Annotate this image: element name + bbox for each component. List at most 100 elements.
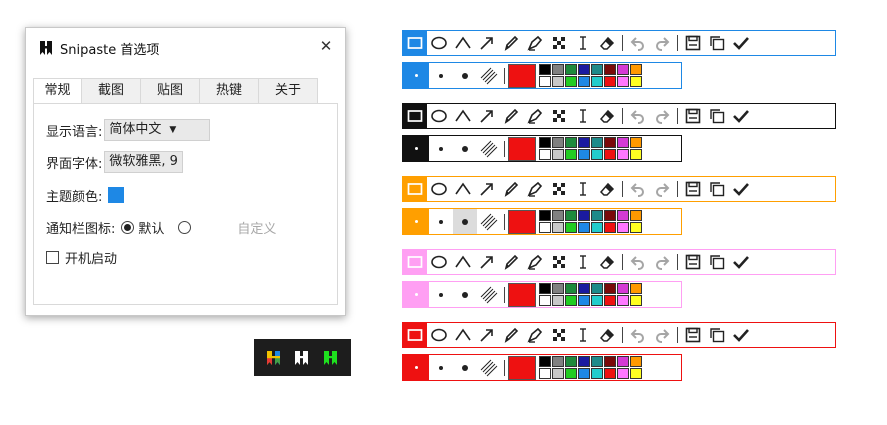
current-color-swatch[interactable] <box>508 282 536 307</box>
rectangle-tool-button[interactable] <box>403 250 427 274</box>
palette-color[interactable] <box>630 222 642 233</box>
rectangle-tool-button[interactable] <box>403 177 427 201</box>
marker-tool-button[interactable] <box>523 250 547 274</box>
undo-tool-button[interactable] <box>626 250 650 274</box>
palette-color[interactable] <box>617 64 629 75</box>
palette-color[interactable] <box>604 222 616 233</box>
palette-color[interactable] <box>591 368 603 379</box>
palette-color[interactable] <box>604 64 616 75</box>
theme-color-swatch[interactable] <box>108 187 125 203</box>
arrow-tool-button[interactable] <box>475 104 499 128</box>
mosaic-tool-button[interactable] <box>547 250 571 274</box>
eraser-tool-button[interactable] <box>595 104 619 128</box>
palette-color[interactable] <box>604 283 616 294</box>
marker-tool-button[interactable] <box>523 104 547 128</box>
marker-tool-button[interactable] <box>523 177 547 201</box>
palette-color[interactable] <box>539 222 551 233</box>
palette-color[interactable] <box>591 137 603 148</box>
palette-color[interactable] <box>591 149 603 160</box>
palette-color[interactable] <box>552 76 564 87</box>
current-color-swatch[interactable] <box>508 209 536 234</box>
palette-color[interactable] <box>552 283 564 294</box>
mosaic-tool-button[interactable] <box>547 323 571 347</box>
palette-color[interactable] <box>630 149 642 160</box>
pencil-tool-button[interactable] <box>499 177 523 201</box>
large-size-button[interactable] <box>453 282 477 307</box>
palette-color[interactable] <box>617 368 629 379</box>
hatch-fill-button[interactable] <box>477 63 501 88</box>
palette-color[interactable] <box>565 283 577 294</box>
palette-color[interactable] <box>604 356 616 367</box>
palette-color[interactable] <box>578 137 590 148</box>
eraser-tool-button[interactable] <box>595 31 619 55</box>
language-select[interactable]: 简体中文 ▼ <box>104 119 211 141</box>
eraser-tool-button[interactable] <box>595 177 619 201</box>
save-tool-button[interactable] <box>681 177 705 201</box>
redo-tool-button[interactable] <box>650 104 674 128</box>
medium-size-button[interactable] <box>429 136 453 161</box>
palette-color[interactable] <box>552 210 564 221</box>
arrow-tool-button[interactable] <box>475 177 499 201</box>
copy-tool-button[interactable] <box>705 104 729 128</box>
palette-color[interactable] <box>604 137 616 148</box>
palette-color[interactable] <box>565 149 577 160</box>
marker-tool-button[interactable] <box>523 31 547 55</box>
palette-color[interactable] <box>591 283 603 294</box>
current-color-swatch[interactable] <box>508 136 536 161</box>
palette-color[interactable] <box>539 210 551 221</box>
palette-color[interactable] <box>539 283 551 294</box>
small-size-button[interactable] <box>403 355 429 380</box>
palette-color[interactable] <box>630 368 642 379</box>
palette-color[interactable] <box>565 368 577 379</box>
palette-color[interactable] <box>604 368 616 379</box>
palette-color[interactable] <box>630 137 642 148</box>
current-color-swatch[interactable] <box>508 63 536 88</box>
medium-size-button[interactable] <box>429 282 453 307</box>
redo-tool-button[interactable] <box>650 323 674 347</box>
undo-tool-button[interactable] <box>626 31 650 55</box>
palette-color[interactable] <box>552 295 564 306</box>
palette-color[interactable] <box>630 210 642 221</box>
palette-color[interactable] <box>617 149 629 160</box>
palette-color[interactable] <box>604 210 616 221</box>
palette-color[interactable] <box>552 64 564 75</box>
medium-size-button[interactable] <box>429 209 453 234</box>
redo-tool-button[interactable] <box>650 31 674 55</box>
palette-color[interactable] <box>552 368 564 379</box>
ellipse-tool-button[interactable] <box>427 250 451 274</box>
redo-tool-button[interactable] <box>650 177 674 201</box>
hatch-fill-button[interactable] <box>477 355 501 380</box>
arrow-tool-button[interactable] <box>475 250 499 274</box>
tab-hotkeys[interactable]: 热键 <box>199 78 259 104</box>
copy-tool-button[interactable] <box>705 177 729 201</box>
large-size-button[interactable] <box>453 63 477 88</box>
ellipse-tool-button[interactable] <box>427 323 451 347</box>
save-tool-button[interactable] <box>681 104 705 128</box>
palette-color[interactable] <box>617 210 629 221</box>
palette-color[interactable] <box>578 283 590 294</box>
done-tool-button[interactable] <box>729 104 753 128</box>
text-tool-button[interactable] <box>571 323 595 347</box>
tray-custom-radio[interactable] <box>178 220 192 234</box>
done-tool-button[interactable] <box>729 31 753 55</box>
polyline-tool-button[interactable] <box>451 31 475 55</box>
palette-color[interactable] <box>565 295 577 306</box>
pencil-tool-button[interactable] <box>499 31 523 55</box>
ellipse-tool-button[interactable] <box>427 177 451 201</box>
palette-color[interactable] <box>539 356 551 367</box>
palette-color[interactable] <box>552 149 564 160</box>
palette-color[interactable] <box>578 76 590 87</box>
palette-color[interactable] <box>578 149 590 160</box>
palette-color[interactable] <box>617 295 629 306</box>
palette-color[interactable] <box>539 368 551 379</box>
palette-color[interactable] <box>552 222 564 233</box>
copy-tool-button[interactable] <box>705 31 729 55</box>
polyline-tool-button[interactable] <box>451 104 475 128</box>
tray-default-radio[interactable] <box>121 220 135 234</box>
palette-color[interactable] <box>617 356 629 367</box>
polyline-tool-button[interactable] <box>451 323 475 347</box>
palette-color[interactable] <box>591 295 603 306</box>
undo-tool-button[interactable] <box>626 323 650 347</box>
palette-color[interactable] <box>604 295 616 306</box>
close-icon[interactable]: ✕ <box>316 36 336 56</box>
